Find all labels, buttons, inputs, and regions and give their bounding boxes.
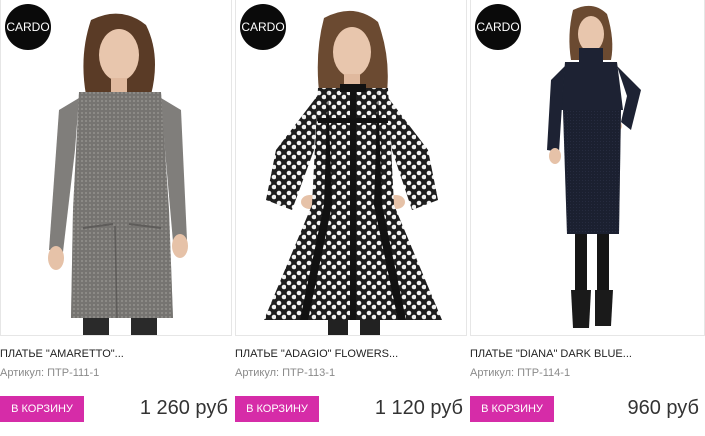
product-title[interactable]: ПЛАТЬЕ "ADAGIO" FLOWERS... — [235, 348, 398, 360]
product-sku: Артикул: ПТР-114-1 — [470, 367, 571, 379]
product-sku: Артикул: ПТР-111-1 — [0, 367, 100, 379]
product-grid: CARDO ПЛАТЬЕ "AMARETTO"... Артикул: ПТР-… — [0, 0, 705, 436]
brand-logo: CARDO — [475, 4, 521, 50]
product-card: CARDO ПЛАТЬЕ "ADAGIO" FLOWERS... Артикул… — [235, 0, 467, 436]
product-price: 1 260 руб — [139, 397, 228, 419]
brand-logo-text: CARDO — [6, 20, 50, 34]
product-card: CARDO ПЛАТЬЕ "AMARETTO"... Артикул: ПТР-… — [0, 0, 232, 436]
product-price: 960 руб — [627, 397, 699, 419]
product-photo[interactable]: CARDO — [235, 0, 467, 336]
add-to-cart-button[interactable]: В КОРЗИНУ — [0, 396, 84, 422]
product-card: CARDO ПЛАТЬЕ "DIANA" DARK BLUE... Артику… — [470, 0, 705, 436]
add-to-cart-button[interactable]: В КОРЗИНУ — [235, 396, 319, 422]
brand-logo-text: CARDO — [476, 20, 520, 34]
product-title[interactable]: ПЛАТЬЕ "AMARETTO"... — [0, 348, 124, 360]
model-illustration — [264, 10, 442, 335]
add-to-cart-button[interactable]: В КОРЗИНУ — [470, 396, 554, 422]
brand-logo-text: CARDO — [241, 20, 285, 34]
product-sku: Артикул: ПТР-113-1 — [235, 367, 336, 379]
product-price: 1 120 руб — [374, 397, 463, 419]
product-photo[interactable]: CARDO — [470, 0, 705, 336]
product-photo[interactable]: CARDO — [0, 0, 232, 336]
brand-logo: CARDO — [5, 4, 51, 50]
product-title[interactable]: ПЛАТЬЕ "DIANA" DARK BLUE... — [470, 348, 632, 360]
model-illustration — [48, 13, 188, 335]
model-illustration — [547, 5, 641, 328]
brand-logo: CARDO — [240, 4, 286, 50]
